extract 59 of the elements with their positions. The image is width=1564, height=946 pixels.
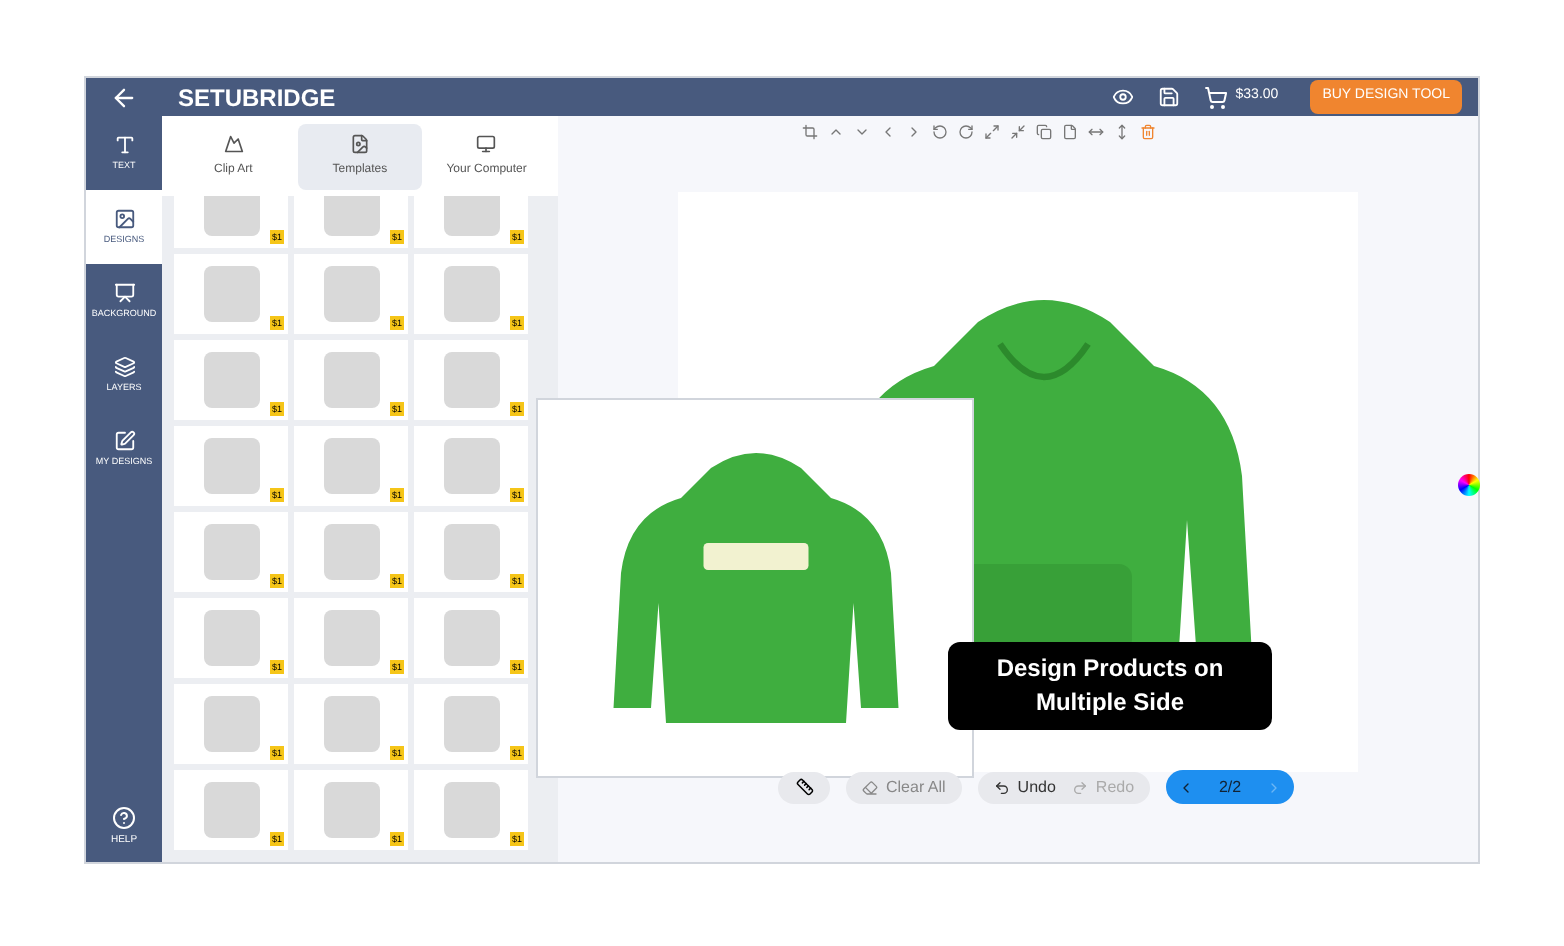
expand-icon[interactable] <box>983 124 999 140</box>
delete-icon[interactable] <box>1139 124 1155 140</box>
designs-icon <box>113 207 135 230</box>
cart-icon[interactable] <box>1203 85 1228 109</box>
design-artwork <box>443 524 499 580</box>
ruler-button[interactable] <box>778 771 830 803</box>
design-artwork <box>443 610 499 666</box>
design-artwork <box>443 696 499 752</box>
vertical-arrows-icon[interactable] <box>1113 124 1129 140</box>
preview-icon[interactable] <box>1111 86 1134 108</box>
design-artwork <box>443 438 499 494</box>
design-artwork <box>323 696 379 752</box>
design-artwork <box>203 524 259 580</box>
text-icon <box>113 133 135 156</box>
computer-icon <box>476 133 497 153</box>
save-icon[interactable] <box>1157 86 1180 108</box>
horizontal-arrows-icon[interactable] <box>1087 124 1103 140</box>
undo-button[interactable]: Undo <box>993 775 1056 799</box>
layers-icon <box>113 355 135 378</box>
ruler-icon <box>795 778 813 796</box>
design-artwork <box>323 352 379 408</box>
design-artwork <box>203 352 259 408</box>
design-artwork <box>203 696 259 752</box>
templates-icon <box>349 133 370 153</box>
down-icon[interactable] <box>853 124 869 140</box>
mydesigns-icon <box>113 429 135 452</box>
design-artwork <box>203 610 259 666</box>
shrink-icon[interactable] <box>1009 124 1025 140</box>
clipart-icon <box>223 133 244 153</box>
page-number: 2/2 <box>1218 775 1242 799</box>
help-icon <box>112 806 136 831</box>
redo-icon <box>1071 779 1088 795</box>
page-switcher[interactable]: 2/2 <box>1166 770 1295 804</box>
design-artwork <box>323 266 379 322</box>
brand-name: SETUBRIDGE <box>178 81 336 115</box>
back-icon[interactable] <box>110 83 138 111</box>
eraser-icon <box>862 779 878 795</box>
undo-icon <box>993 779 1010 795</box>
background-icon <box>113 281 135 304</box>
rotate-right-icon[interactable] <box>957 124 973 140</box>
design-artwork <box>323 438 379 494</box>
design-artwork <box>203 782 259 838</box>
copy-icon[interactable] <box>1035 124 1051 140</box>
design-artwork <box>323 196 379 236</box>
design-artwork <box>203 266 259 322</box>
design-artwork <box>443 782 499 838</box>
up-icon[interactable] <box>827 124 843 140</box>
design-artwork <box>323 782 379 838</box>
callout-bubble: Design Products on Multiple Side <box>948 642 1272 730</box>
design-artwork <box>203 196 259 236</box>
design-artwork <box>443 196 499 236</box>
crop-icon[interactable] <box>801 124 817 140</box>
page-icon[interactable] <box>1061 124 1077 140</box>
rotate-left-icon[interactable] <box>931 124 947 140</box>
design-artwork <box>323 610 379 666</box>
design-artwork <box>323 524 379 580</box>
design-artwork <box>203 438 259 494</box>
design-artwork <box>443 266 499 322</box>
design-artwork <box>443 352 499 408</box>
